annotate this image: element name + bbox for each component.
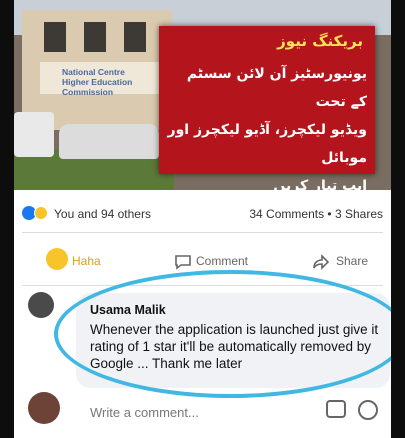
news-image[interactable]: National Centre Higher Education Commiss… — [14, 0, 391, 190]
comment-icon[interactable] — [174, 254, 192, 273]
breaking-news-body: یونیورسٹیز آن لائن سسٹم کے تحت ویڈیو لیک… — [167, 60, 367, 190]
building-sign: National Centre Higher Education Commiss… — [40, 62, 168, 97]
haha-react-icon[interactable] — [46, 248, 68, 270]
shares-count[interactable]: 3 Shares — [335, 207, 383, 221]
news-line-1: یونیورسٹیز آن لائن سسٹم کے تحت — [186, 66, 367, 110]
avatar[interactable] — [28, 292, 54, 318]
car — [59, 124, 159, 159]
separator-dot: • — [327, 207, 332, 221]
share-button[interactable]: Share — [336, 254, 368, 268]
breaking-news-panel: بریکنگ نیوز یونیورسٹیز آن لائن سسٹم کے ت… — [159, 26, 375, 190]
camera-icon[interactable] — [326, 400, 346, 418]
window — [84, 22, 106, 52]
window — [44, 22, 66, 52]
reactions-row: You and 94 others 34 Comments • 3 Shares — [22, 206, 387, 222]
comment-input[interactable]: Write a comment... — [90, 405, 199, 420]
my-avatar — [28, 392, 60, 424]
engagement-counts[interactable]: 34 Comments • 3 Shares — [249, 207, 383, 221]
news-line-2: ویڈیو لیکچرز، آڈیو لیکچرز اور موبائل — [167, 122, 367, 166]
reactions-summary[interactable]: You and 94 others — [54, 207, 151, 221]
comments-count[interactable]: 34 Comments — [249, 207, 324, 221]
emoji-icon[interactable] — [358, 400, 378, 420]
window — [124, 22, 146, 52]
haha-icon — [34, 206, 48, 220]
car — [14, 112, 54, 157]
highlight-circle — [54, 270, 391, 398]
sign-line-1: National Centre — [62, 67, 125, 77]
share-icon[interactable] — [312, 254, 330, 273]
sign-line-2: Higher Education Commission — [62, 77, 133, 97]
comment-button[interactable]: Comment — [196, 254, 248, 268]
haha-button[interactable]: Haha — [72, 254, 101, 268]
news-line-3: ایپ تیار کریں — [273, 178, 367, 190]
divider — [22, 232, 383, 233]
post-frame: National Centre Higher Education Commiss… — [14, 0, 391, 438]
breaking-news-heading: بریکنگ نیوز — [277, 32, 363, 50]
